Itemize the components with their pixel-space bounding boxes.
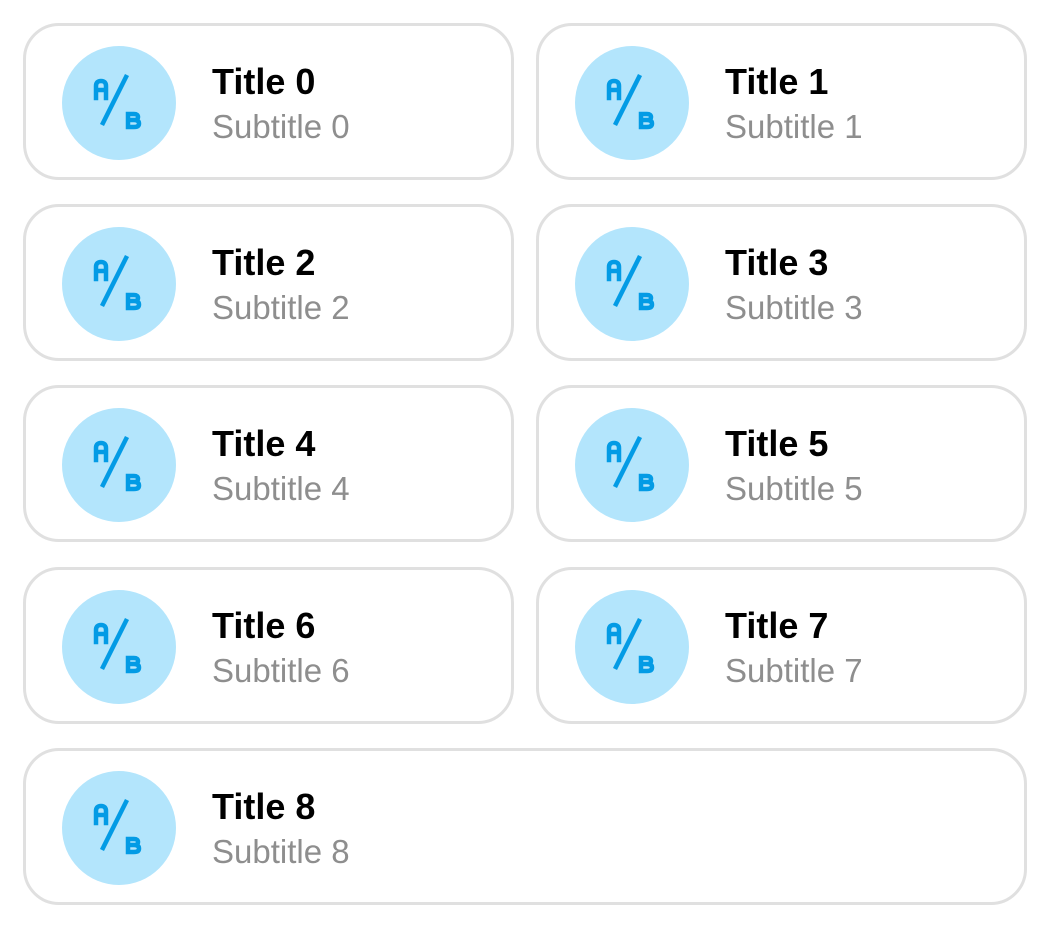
a-b-icon bbox=[606, 73, 655, 130]
card-subtitle: Subtitle 6 bbox=[212, 652, 350, 689]
list-card[interactable]: Title 8 Subtitle 8 bbox=[23, 748, 1027, 905]
avatar bbox=[575, 227, 689, 341]
a-b-icon bbox=[93, 254, 142, 311]
a-b-icon bbox=[93, 798, 142, 855]
card-subtitle: Subtitle 8 bbox=[212, 833, 350, 870]
list-card[interactable]: Title 1 Subtitle 1 bbox=[536, 23, 1027, 180]
a-b-icon bbox=[93, 73, 142, 130]
card-title: Title 8 bbox=[212, 786, 316, 827]
list-card[interactable]: Title 4 Subtitle 4 bbox=[23, 385, 514, 542]
card-title: Title 3 bbox=[725, 242, 829, 283]
card-subtitle: Subtitle 2 bbox=[212, 289, 350, 326]
a-b-icon bbox=[606, 435, 655, 492]
card-title: Title 1 bbox=[725, 61, 829, 102]
a-b-icon bbox=[93, 435, 142, 492]
card-title: Title 7 bbox=[725, 605, 829, 646]
a-b-icon bbox=[606, 254, 655, 311]
card-subtitle: Subtitle 0 bbox=[212, 108, 350, 145]
list-card[interactable]: Title 3 Subtitle 3 bbox=[536, 204, 1027, 361]
a-b-icon bbox=[93, 617, 142, 674]
card-title: Title 6 bbox=[212, 605, 316, 646]
card-subtitle: Subtitle 7 bbox=[725, 652, 863, 689]
list-card[interactable]: Title 7 Subtitle 7 bbox=[536, 567, 1027, 724]
a-b-icon bbox=[606, 617, 655, 674]
avatar bbox=[62, 771, 176, 885]
card-subtitle: Subtitle 4 bbox=[212, 470, 350, 507]
avatar bbox=[575, 408, 689, 522]
card-title: Title 5 bbox=[725, 423, 829, 464]
list-card[interactable]: Title 2 Subtitle 2 bbox=[23, 204, 514, 361]
list-card[interactable]: Title 0 Subtitle 0 bbox=[23, 23, 514, 180]
card-subtitle: Subtitle 3 bbox=[725, 289, 863, 326]
avatar bbox=[62, 408, 176, 522]
list-card[interactable]: Title 5 Subtitle 5 bbox=[536, 385, 1027, 542]
avatar bbox=[62, 227, 176, 341]
card-grid: Title 0 Subtitle 0 Title 1 Subtitle 1 Ti… bbox=[0, 0, 1050, 930]
avatar bbox=[575, 46, 689, 160]
avatar bbox=[62, 590, 176, 704]
avatar bbox=[575, 590, 689, 704]
card-title: Title 2 bbox=[212, 242, 316, 283]
card-title: Title 4 bbox=[212, 423, 316, 464]
card-title: Title 0 bbox=[212, 61, 316, 102]
avatar bbox=[62, 46, 176, 160]
card-subtitle: Subtitle 5 bbox=[725, 470, 863, 507]
card-subtitle: Subtitle 1 bbox=[725, 108, 863, 145]
list-card[interactable]: Title 6 Subtitle 6 bbox=[23, 567, 514, 724]
